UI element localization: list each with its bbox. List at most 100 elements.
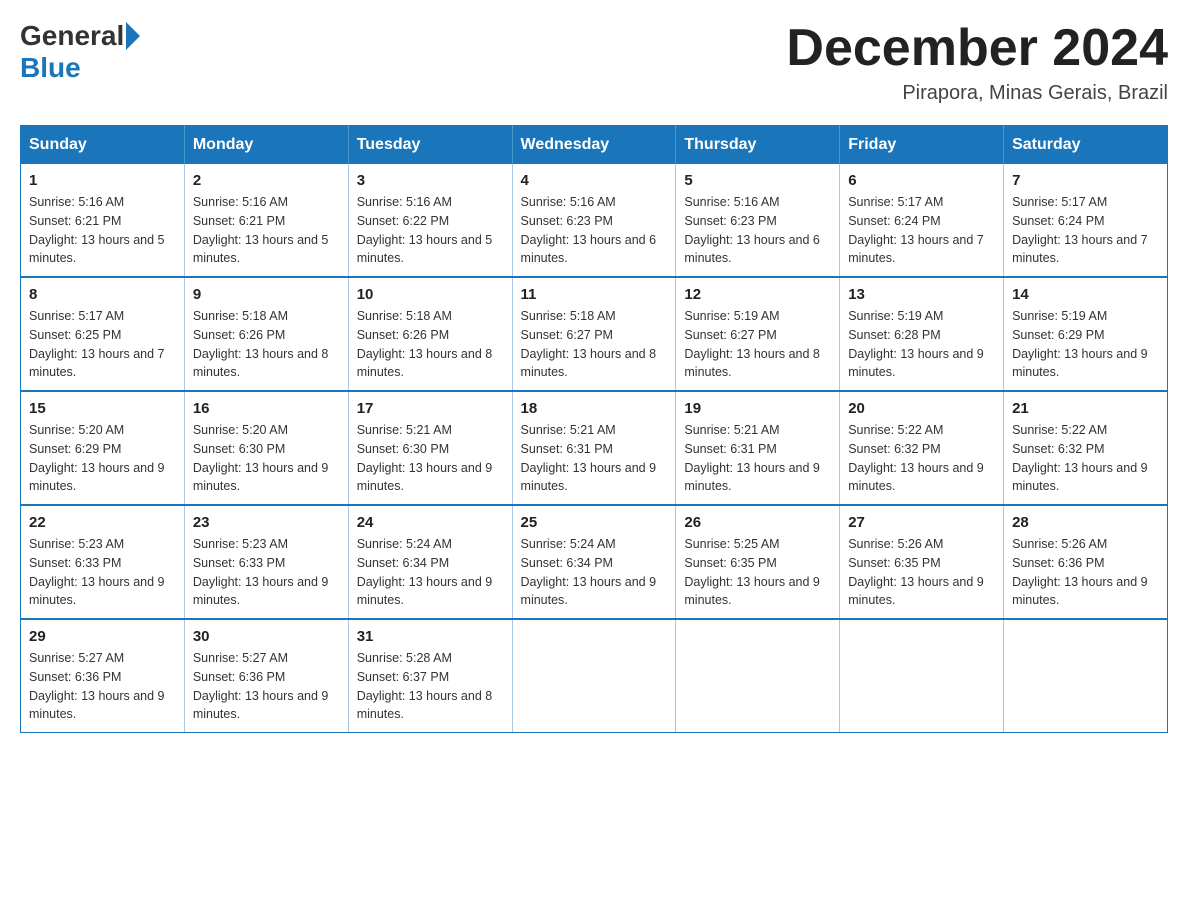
day-info: Sunrise: 5:17 AMSunset: 6:24 PMDaylight:… bbox=[1012, 193, 1159, 268]
calendar-day-cell: 20 Sunrise: 5:22 AMSunset: 6:32 PMDayligh… bbox=[840, 391, 1004, 505]
header-tuesday: Tuesday bbox=[348, 126, 512, 165]
calendar-day-cell: 26 Sunrise: 5:25 AMSunset: 6:35 PMDayligh… bbox=[676, 505, 840, 619]
calendar-week-row: 15 Sunrise: 5:20 AMSunset: 6:29 PMDayligh… bbox=[21, 391, 1168, 505]
calendar-day-cell bbox=[676, 619, 840, 733]
calendar-day-cell: 22 Sunrise: 5:23 AMSunset: 6:33 PMDayligh… bbox=[21, 505, 185, 619]
day-info: Sunrise: 5:18 AMSunset: 6:26 PMDaylight:… bbox=[193, 307, 340, 382]
calendar-day-cell: 14 Sunrise: 5:19 AMSunset: 6:29 PMDayligh… bbox=[1004, 277, 1168, 391]
day-number: 16 bbox=[193, 400, 340, 417]
day-number: 4 bbox=[521, 172, 668, 189]
header-friday: Friday bbox=[840, 126, 1004, 165]
day-info: Sunrise: 5:20 AMSunset: 6:30 PMDaylight:… bbox=[193, 421, 340, 496]
calendar-week-row: 8Sunrise: 5:17 AMSunset: 6:25 PMDaylight… bbox=[21, 277, 1168, 391]
day-info: Sunrise: 5:16 AMSunset: 6:23 PMDaylight:… bbox=[684, 193, 831, 268]
day-number: 19 bbox=[684, 400, 831, 417]
day-info: Sunrise: 5:19 AMSunset: 6:27 PMDaylight:… bbox=[684, 307, 831, 382]
day-info: Sunrise: 5:20 AMSunset: 6:29 PMDaylight:… bbox=[29, 421, 176, 496]
day-info: Sunrise: 5:21 AMSunset: 6:31 PMDaylight:… bbox=[684, 421, 831, 496]
calendar-day-cell: 17 Sunrise: 5:21 AMSunset: 6:30 PMDayligh… bbox=[348, 391, 512, 505]
header-wednesday: Wednesday bbox=[512, 126, 676, 165]
day-info: Sunrise: 5:28 AMSunset: 6:37 PMDaylight:… bbox=[357, 649, 504, 724]
calendar-header-row: Sunday Monday Tuesday Wednesday Thursday… bbox=[21, 126, 1168, 165]
calendar-day-cell: 11Sunrise: 5:18 AMSunset: 6:27 PMDayligh… bbox=[512, 277, 676, 391]
day-number: 5 bbox=[684, 172, 831, 189]
calendar-day-cell: 13 Sunrise: 5:19 AMSunset: 6:28 PMDayligh… bbox=[840, 277, 1004, 391]
day-number: 28 bbox=[1012, 514, 1159, 531]
day-number: 11 bbox=[521, 286, 668, 303]
month-title: December 2024 bbox=[786, 20, 1168, 77]
day-number: 15 bbox=[29, 400, 176, 417]
day-info: Sunrise: 5:26 AMSunset: 6:36 PMDaylight:… bbox=[1012, 535, 1159, 610]
day-number: 13 bbox=[848, 286, 995, 303]
calendar-day-cell: 4 Sunrise: 5:16 AMSunset: 6:23 PMDaylight… bbox=[512, 164, 676, 277]
day-info: Sunrise: 5:16 AMSunset: 6:23 PMDaylight:… bbox=[521, 193, 668, 268]
day-number: 23 bbox=[193, 514, 340, 531]
day-info: Sunrise: 5:16 AMSunset: 6:21 PMDaylight:… bbox=[193, 193, 340, 268]
day-number: 31 bbox=[357, 628, 504, 645]
calendar-day-cell: 18Sunrise: 5:21 AMSunset: 6:31 PMDayligh… bbox=[512, 391, 676, 505]
day-number: 2 bbox=[193, 172, 340, 189]
logo-blue-part bbox=[124, 22, 140, 50]
day-number: 6 bbox=[848, 172, 995, 189]
calendar-day-cell: 28 Sunrise: 5:26 AMSunset: 6:36 PMDayligh… bbox=[1004, 505, 1168, 619]
calendar-day-cell: 30 Sunrise: 5:27 AMSunset: 6:36 PMDayligh… bbox=[184, 619, 348, 733]
day-number: 29 bbox=[29, 628, 176, 645]
day-info: Sunrise: 5:24 AMSunset: 6:34 PMDaylight:… bbox=[357, 535, 504, 610]
calendar-day-cell: 3Sunrise: 5:16 AMSunset: 6:22 PMDaylight… bbox=[348, 164, 512, 277]
day-info: Sunrise: 5:21 AMSunset: 6:30 PMDaylight:… bbox=[357, 421, 504, 496]
day-number: 12 bbox=[684, 286, 831, 303]
day-info: Sunrise: 5:19 AMSunset: 6:29 PMDaylight:… bbox=[1012, 307, 1159, 382]
day-info: Sunrise: 5:19 AMSunset: 6:28 PMDaylight:… bbox=[848, 307, 995, 382]
day-info: Sunrise: 5:17 AMSunset: 6:24 PMDaylight:… bbox=[848, 193, 995, 268]
calendar-day-cell: 19 Sunrise: 5:21 AMSunset: 6:31 PMDayligh… bbox=[676, 391, 840, 505]
calendar-day-cell: 23 Sunrise: 5:23 AMSunset: 6:33 PMDayligh… bbox=[184, 505, 348, 619]
calendar-day-cell: 29 Sunrise: 5:27 AMSunset: 6:36 PMDayligh… bbox=[21, 619, 185, 733]
header-saturday: Saturday bbox=[1004, 126, 1168, 165]
calendar-day-cell bbox=[512, 619, 676, 733]
day-info: Sunrise: 5:27 AMSunset: 6:36 PMDaylight:… bbox=[29, 649, 176, 724]
day-info: Sunrise: 5:22 AMSunset: 6:32 PMDaylight:… bbox=[848, 421, 995, 496]
calendar-table: Sunday Monday Tuesday Wednesday Thursday… bbox=[20, 125, 1168, 733]
day-info: Sunrise: 5:25 AMSunset: 6:35 PMDaylight:… bbox=[684, 535, 831, 610]
calendar-week-row: 1Sunrise: 5:16 AMSunset: 6:21 PMDaylight… bbox=[21, 164, 1168, 277]
calendar-day-cell: 10Sunrise: 5:18 AMSunset: 6:26 PMDayligh… bbox=[348, 277, 512, 391]
location-text: Pirapora, Minas Gerais, Brazil bbox=[786, 82, 1168, 105]
day-number: 25 bbox=[521, 514, 668, 531]
calendar-day-cell bbox=[1004, 619, 1168, 733]
header-monday: Monday bbox=[184, 126, 348, 165]
day-info: Sunrise: 5:23 AMSunset: 6:33 PMDaylight:… bbox=[29, 535, 176, 610]
calendar-day-cell: 31 Sunrise: 5:28 AMSunset: 6:37 PMDayligh… bbox=[348, 619, 512, 733]
day-number: 30 bbox=[193, 628, 340, 645]
day-number: 26 bbox=[684, 514, 831, 531]
calendar-day-cell: 2 Sunrise: 5:16 AMSunset: 6:21 PMDaylight… bbox=[184, 164, 348, 277]
calendar-day-cell: 15 Sunrise: 5:20 AMSunset: 6:29 PMDayligh… bbox=[21, 391, 185, 505]
day-number: 14 bbox=[1012, 286, 1159, 303]
calendar-week-row: 22 Sunrise: 5:23 AMSunset: 6:33 PMDayligh… bbox=[21, 505, 1168, 619]
calendar-day-cell bbox=[840, 619, 1004, 733]
logo-triangle-icon bbox=[126, 22, 140, 50]
day-info: Sunrise: 5:26 AMSunset: 6:35 PMDaylight:… bbox=[848, 535, 995, 610]
day-number: 9 bbox=[193, 286, 340, 303]
day-number: 20 bbox=[848, 400, 995, 417]
day-info: Sunrise: 5:16 AMSunset: 6:21 PMDaylight:… bbox=[29, 193, 176, 268]
title-section: December 2024 Pirapora, Minas Gerais, Br… bbox=[786, 20, 1168, 105]
calendar-day-cell: 1Sunrise: 5:16 AMSunset: 6:21 PMDaylight… bbox=[21, 164, 185, 277]
day-info: Sunrise: 5:23 AMSunset: 6:33 PMDaylight:… bbox=[193, 535, 340, 610]
day-info: Sunrise: 5:27 AMSunset: 6:36 PMDaylight:… bbox=[193, 649, 340, 724]
calendar-day-cell: 6 Sunrise: 5:17 AMSunset: 6:24 PMDaylight… bbox=[840, 164, 1004, 277]
calendar-week-row: 29 Sunrise: 5:27 AMSunset: 6:36 PMDayligh… bbox=[21, 619, 1168, 733]
day-number: 17 bbox=[357, 400, 504, 417]
day-info: Sunrise: 5:22 AMSunset: 6:32 PMDaylight:… bbox=[1012, 421, 1159, 496]
day-number: 22 bbox=[29, 514, 176, 531]
day-number: 21 bbox=[1012, 400, 1159, 417]
logo-blue-text: Blue bbox=[20, 52, 81, 84]
logo: General Blue bbox=[20, 20, 140, 84]
calendar-day-cell: 12 Sunrise: 5:19 AMSunset: 6:27 PMDayligh… bbox=[676, 277, 840, 391]
calendar-day-cell: 7Sunrise: 5:17 AMSunset: 6:24 PMDaylight… bbox=[1004, 164, 1168, 277]
day-number: 24 bbox=[357, 514, 504, 531]
calendar-day-cell: 21 Sunrise: 5:22 AMSunset: 6:32 PMDayligh… bbox=[1004, 391, 1168, 505]
page-header: General Blue December 2024 Pirapora, Min… bbox=[20, 20, 1168, 105]
day-number: 18 bbox=[521, 400, 668, 417]
day-info: Sunrise: 5:18 AMSunset: 6:26 PMDaylight:… bbox=[357, 307, 504, 382]
day-info: Sunrise: 5:17 AMSunset: 6:25 PMDaylight:… bbox=[29, 307, 176, 382]
